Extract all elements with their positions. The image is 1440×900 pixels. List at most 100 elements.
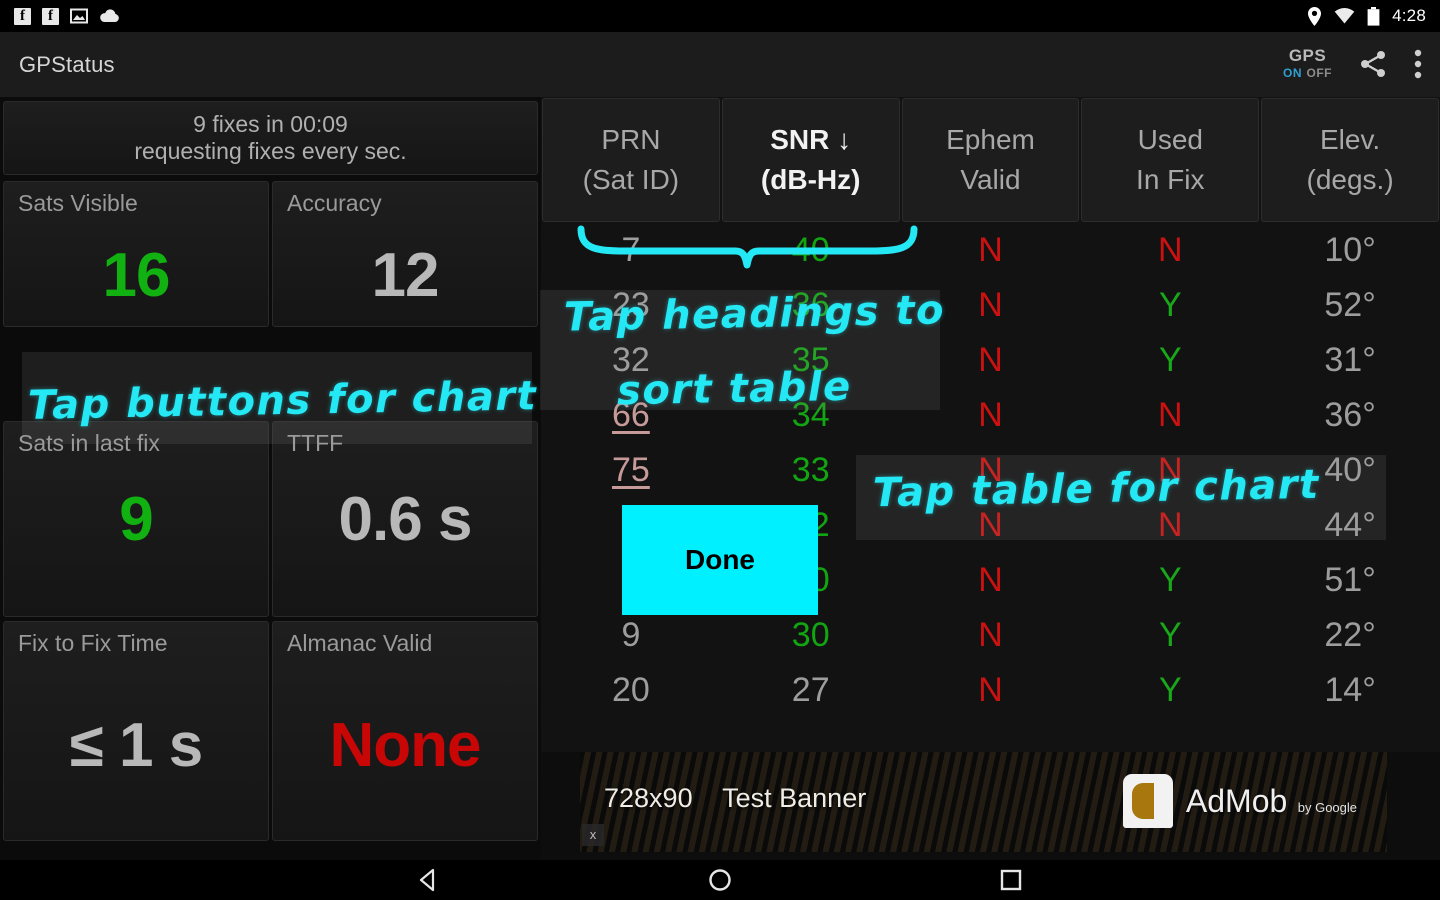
home-circle-icon[interactable] <box>707 867 733 893</box>
cell-snr: 40 <box>791 231 830 269</box>
column-header-ephem-valid[interactable]: Ephem Valid <box>901 98 1080 222</box>
stat-value: 9 <box>119 485 153 554</box>
cloud-upload-icon <box>100 9 119 22</box>
ad-close-button[interactable]: x <box>582 824 604 846</box>
cell-elevation: 22° <box>1324 616 1376 654</box>
stat-card-accuracy[interactable]: Accuracy 12 <box>272 181 538 327</box>
admob-mark-icon <box>1122 774 1173 828</box>
android-status-bar: f f 4:28 <box>0 0 1440 32</box>
table-row[interactable]: 20 27 N Y 14° <box>541 663 1440 718</box>
back-triangle-icon[interactable] <box>416 867 442 893</box>
cell-ephem-valid: N <box>978 506 1003 544</box>
cell-snr: 33 <box>791 451 830 489</box>
column-header-used-in-fix[interactable]: Used In Fix <box>1081 98 1260 222</box>
column-header-line1: Used <box>1137 124 1203 156</box>
satellite-table: PRN (Sat ID) SNR ↓ (dB-Hz) Ephem Valid U… <box>541 97 1440 752</box>
cell-prn: 32 <box>611 341 650 379</box>
stat-value: None <box>329 711 482 780</box>
app-action-bar: GPStatus GPS ON OFF <box>0 32 1440 97</box>
cell-snr: 30 <box>791 616 830 654</box>
done-button[interactable]: Done <box>622 505 818 615</box>
cell-snr: 34 <box>791 396 830 434</box>
facebook-icon: f <box>42 7 59 25</box>
admob-logo: AdMob by Google <box>1122 774 1357 828</box>
ad-banner-text: 728x90 Test Banner <box>604 783 866 814</box>
table-row[interactable]: 66 34 N N 36° <box>541 388 1440 443</box>
fix-interval-text: requesting fixes every sec. <box>134 138 407 164</box>
dashboard-panel: 9 fixes in 00:09 requesting fixes every … <box>0 97 541 860</box>
column-header-line2: Valid <box>960 164 1021 195</box>
stat-label: Fix to Fix Time <box>18 630 168 656</box>
table-row[interactable]: 7 40 N N 10° <box>541 223 1440 278</box>
cell-used-in-fix: Y <box>1158 671 1182 709</box>
cell-used-in-fix: Y <box>1158 286 1182 324</box>
cell-prn: 20 <box>611 671 650 709</box>
column-header-line2: (Sat ID) <box>582 164 680 195</box>
stat-card-almanac-valid[interactable]: Almanac Valid None <box>272 621 538 841</box>
cell-elevation: 36° <box>1324 396 1376 434</box>
stat-card-sats-visible[interactable]: Sats Visible 16 <box>3 181 269 327</box>
cell-ephem-valid: N <box>978 286 1003 324</box>
facebook-icon: f <box>14 7 31 25</box>
overflow-menu-icon[interactable] <box>1414 49 1422 79</box>
cell-snr: 27 <box>791 671 830 709</box>
stat-value: 16 <box>102 241 171 310</box>
cell-ephem-valid: N <box>978 451 1003 489</box>
cell-used-in-fix: N <box>1158 506 1183 544</box>
location-pin-icon <box>1308 6 1322 26</box>
column-header-line2: In Fix <box>1136 164 1205 195</box>
column-header-elevation[interactable]: Elev. (degs.) <box>1261 98 1439 222</box>
column-header-line1: SNR ↓ <box>770 124 852 156</box>
ad-label-text: Test Banner <box>722 783 867 813</box>
stat-label: Almanac Valid <box>287 630 433 656</box>
table-row[interactable]: 9 30 N Y 22° <box>541 608 1440 663</box>
cell-prn: 23 <box>611 286 650 324</box>
admob-banner-ad[interactable]: 728x90 Test Banner AdMob by Google <box>580 752 1387 852</box>
stat-card-fix-to-fix-time[interactable]: Fix to Fix Time ≤ 1 s <box>3 621 269 841</box>
stat-card-sats-in-last-fix[interactable]: Sats in last fix 9 <box>3 421 269 617</box>
stat-label: TTFF <box>287 430 344 456</box>
wifi-icon <box>1334 8 1355 24</box>
column-header-line1: PRN <box>601 124 661 156</box>
stat-value: 0.6 s <box>338 485 473 554</box>
cell-elevation: 31° <box>1324 341 1376 379</box>
page-title: GPStatus <box>19 51 115 77</box>
table-row[interactable]: 75 33 N N 40° <box>541 443 1440 498</box>
fix-count-text: 9 fixes in 00:09 <box>193 110 348 137</box>
table-row[interactable]: 23 36 N Y 52° <box>541 278 1440 333</box>
gps-on-off-toggle[interactable]: GPS ON OFF <box>1283 47 1332 82</box>
table-header-row: PRN (Sat ID) SNR ↓ (dB-Hz) Ephem Valid U… <box>541 97 1440 223</box>
cell-used-in-fix: Y <box>1158 561 1182 599</box>
admob-by-google-text: by Google <box>1297 799 1357 815</box>
share-icon[interactable] <box>1358 49 1388 79</box>
gpstatus-app-screen: f f 4:28 GPStatus GPS ON OFF 9 fixes in … <box>0 0 1440 900</box>
photo-icon <box>70 8 88 24</box>
stat-value: ≤ 1 s <box>69 711 203 780</box>
cell-used-in-fix: Y <box>1158 616 1182 654</box>
status-bar-system-icons: 4:28 <box>1307 6 1440 26</box>
status-bar-clock: 4:28 <box>1392 6 1426 25</box>
cell-used-in-fix: Y <box>1158 341 1182 379</box>
battery-icon <box>1367 6 1380 26</box>
cell-ephem-valid: N <box>978 341 1003 379</box>
column-header-line1: Ephem <box>946 124 1035 156</box>
action-bar-controls: GPS ON OFF <box>1283 47 1440 82</box>
column-header-snr[interactable]: SNR ↓ (dB-Hz) <box>721 98 900 222</box>
cell-used-in-fix: N <box>1158 396 1183 434</box>
fix-status-banner: 9 fixes in 00:09 requesting fixes every … <box>3 101 538 175</box>
stat-value: 12 <box>371 241 440 310</box>
recents-square-icon[interactable] <box>998 867 1024 893</box>
column-header-prn[interactable]: PRN (Sat ID) <box>542 98 720 222</box>
cell-elevation: 10° <box>1324 231 1376 269</box>
cell-ephem-valid: N <box>978 616 1003 654</box>
gps-toggle-label: GPS <box>1288 46 1327 66</box>
cell-snr: 36 <box>791 286 830 324</box>
cell-elevation: 40° <box>1324 451 1376 489</box>
gps-state-on: ON <box>1283 66 1303 81</box>
cell-elevation: 51° <box>1324 561 1376 599</box>
column-header-line2: (dB-Hz) <box>760 164 861 195</box>
table-row[interactable]: 32 35 N Y 31° <box>541 333 1440 388</box>
stat-card-ttff[interactable]: TTFF 0.6 s <box>272 421 538 617</box>
cell-ephem-valid: N <box>978 671 1003 709</box>
column-header-line2: (degs.) <box>1306 164 1394 195</box>
